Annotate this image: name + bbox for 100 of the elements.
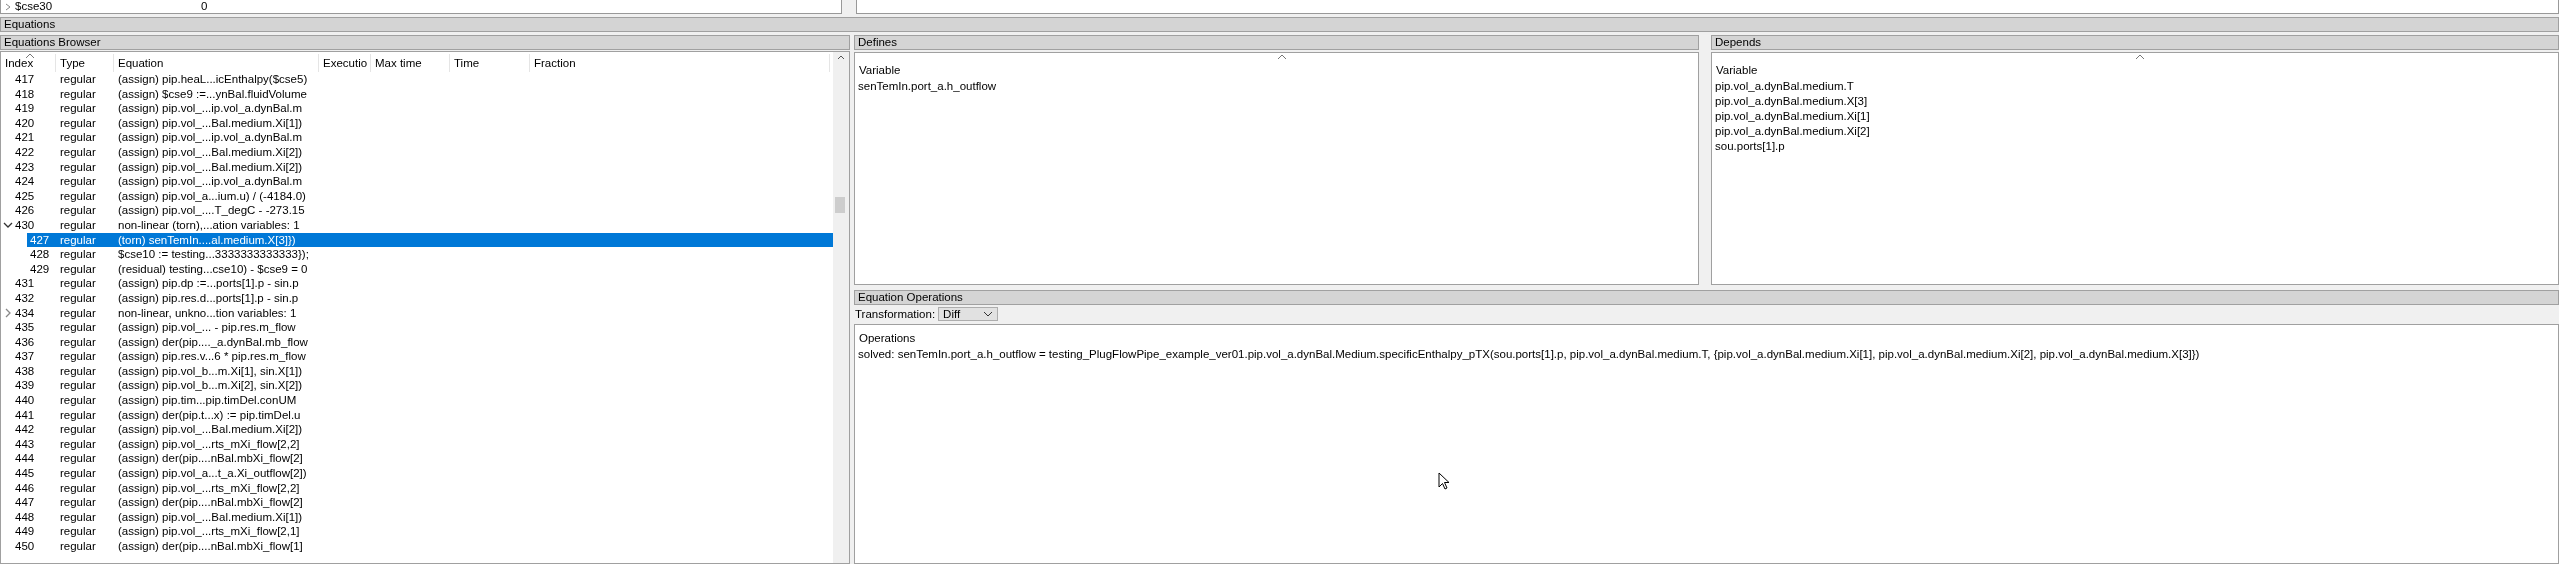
table-row[interactable]: 449 regular (assign) pip.vol_...rts_mXi_flow[2,1] <box>1 524 833 539</box>
table-cell: regular <box>60 394 96 407</box>
table-cell: regular <box>60 189 96 202</box>
list-item[interactable]: pip.vol_a.dynBal.medium.T <box>1712 79 2558 94</box>
table-row[interactable]: 418 regular (assign) $cse9 :=...ynBal.fluidVolume <box>1 86 833 102</box>
table-cell: regular <box>60 467 96 480</box>
table-cell: regular <box>60 510 96 523</box>
scrollbar-thumb[interactable] <box>835 197 845 213</box>
list-item[interactable]: sou.ports[1].p <box>1712 139 2558 154</box>
table-cell: regular <box>60 87 96 100</box>
column-header[interactable]: Fraction <box>530 54 830 72</box>
table-row[interactable]: 422 regular (assign) pip.vol_...Bal.medium.Xi[2]) <box>1 144 833 160</box>
column-header[interactable]: Equation <box>114 54 319 72</box>
table-cell: (assign) pip.vol_...Bal.medium.Xi[1]) <box>118 116 303 129</box>
table-cell: 432 <box>15 290 35 306</box>
table-row[interactable]: 446 regular (assign) pip.vol_...rts_mXi_flow[2,2] <box>1 480 833 496</box>
table-cell: 418 <box>15 86 35 102</box>
list-item[interactable]: pip.vol_a.dynBal.medium.Xi[2] <box>1712 124 2558 139</box>
table-row[interactable]: 426 regular (assign) pip.vol_....T_degC - -273.15 <box>1 203 833 218</box>
table-cell: (assign) pip.vol_b...m.Xi[2], sin.X[2]) <box>118 379 303 392</box>
table-cell: regular <box>60 291 96 304</box>
table-cell: (assign) pip.vol_...Bal.medium.Xi[2]) <box>118 423 303 436</box>
table-row[interactable]: 419 regular (assign) pip.vol_...ip.vol_a.dynBal.m <box>1 101 833 116</box>
scroll-up-icon[interactable] <box>837 55 845 60</box>
table-cell: (assign) pip.vol_...rts_mXi_flow[2,2] <box>118 437 300 450</box>
table-row[interactable]: 420 regular (assign) pip.vol_...Bal.medium.Xi[1]) <box>1 115 833 131</box>
column-header[interactable]: Type <box>56 54 114 72</box>
table-cell: 438 <box>15 363 35 379</box>
table-cell: (assign) pip.vol_a...t_a.Xi_outflow[2]) <box>118 467 307 480</box>
table-cell: (torn) senTemIn....al.medium.X[3]}) <box>118 233 296 246</box>
list-item[interactable]: pip.vol_a.dynBal.medium.Xi[1] <box>1712 109 2558 124</box>
column-header[interactable]: Variable <box>855 61 1698 79</box>
table-row[interactable]: 432 regular (assign) pip.res.d...ports[1].p - sin.p <box>1 290 833 306</box>
table-cell: (assign) pip.tim...pip.timDel.conUM <box>118 394 297 407</box>
table-cell: (assign) pip.vol_a...ium.u) / (-4184.0) <box>118 189 306 202</box>
table-row[interactable]: 450 regular (assign) der(pip....nBal.mbXi_flow[1] <box>1 539 833 554</box>
table-row[interactable]: 430 regular non-linear (torn),...ation variables: 1 <box>1 217 833 233</box>
table-row[interactable]: 437 regular (assign) pip.res.v...6 * pip.res.m_flow <box>1 349 833 364</box>
table-cell: regular <box>60 379 96 392</box>
table-row[interactable]: 429 regular (residual) testing...cse10) - $cse9 = 0 <box>1 261 833 277</box>
table-cell: (assign) pip.dp :=...ports[1].p - sin.p <box>118 277 299 290</box>
column-header[interactable]: Operations <box>855 329 2558 347</box>
table-cell: 447 <box>15 495 35 510</box>
tree-toggle-icon[interactable] <box>3 307 13 318</box>
table-row[interactable]: 417 regular (assign) pip.heaL...icEnthalpy($cse5) <box>1 72 833 87</box>
column-header[interactable]: Index <box>1 54 56 72</box>
table-row[interactable]: 424 regular (assign) pip.vol_...ip.vol_a.dynBal.m <box>1 174 833 189</box>
table-cell: 421 <box>15 130 35 145</box>
table-row[interactable]: 441 regular (assign) der(pip.t...x) := pip.timDel.u <box>1 407 833 423</box>
table-cell: regular <box>60 540 96 552</box>
panel-title: Equations Browser <box>0 35 850 50</box>
table-row[interactable]: 439 regular (assign) pip.vol_b...m.Xi[2], sin.X[2]) <box>1 378 833 394</box>
list-item[interactable]: senTemIn.port_a.h_outflow <box>855 79 1698 94</box>
column-header[interactable]: Executio <box>319 54 371 72</box>
table-row[interactable]: 431 regular (assign) pip.dp :=...ports[1].p - sin.p <box>1 276 833 291</box>
table-cell: 417 <box>15 72 35 87</box>
table-row[interactable]: 423 regular (assign) pip.vol_...Bal.medium.Xi[2]) <box>1 159 833 175</box>
table-row[interactable]: 448 regular (assign) pip.vol_...Bal.medium.Xi[1]) <box>1 509 833 525</box>
table-row[interactable]: 443 regular (assign) pip.vol_...rts_mXi_flow[2,2] <box>1 436 833 452</box>
table-cell: 450 <box>15 539 35 554</box>
table-cell: (assign) pip.vol_...rts_mXi_flow[2,2] <box>118 481 300 494</box>
table-cell: (assign) pip.res.d...ports[1].p - sin.p <box>118 291 299 304</box>
column-header[interactable]: Time <box>450 54 530 72</box>
table-row[interactable]: 442 regular (assign) pip.vol_...Bal.medium.Xi[2]) <box>1 422 833 437</box>
table-cell: 448 <box>15 509 35 525</box>
table-row[interactable]: 440 regular (assign) pip.tim...pip.timDel.conUM <box>1 393 833 408</box>
table-row[interactable]: 438 regular (assign) pip.vol_b...m.Xi[1], sin.X[1]) <box>1 363 833 379</box>
table-cell: 430 <box>15 217 35 233</box>
table-cell: regular <box>60 452 96 465</box>
table-row[interactable]: 447 regular (assign) der(pip....nBal.mbXi_flow[2] <box>1 495 833 510</box>
table-cell: (assign) pip.vol_...ip.vol_a.dynBal.m <box>118 131 303 144</box>
table-cell: regular <box>60 496 96 509</box>
dropdown-caret-icon <box>983 310 994 317</box>
transformation-dropdown[interactable]: Diff <box>938 306 999 321</box>
table-row[interactable]: 434 regular non-linear, unkno...tion variables: 1 <box>1 305 833 321</box>
table-row[interactable]: 425 regular (assign) pip.vol_a...ium.u) / (-4184.0) <box>1 188 833 204</box>
table-cell: (assign) der(pip....nBal.mbXi_flow[2] <box>118 452 303 465</box>
table-cell: (assign) pip.heaL...icEnthalpy($cse5) <box>118 73 308 85</box>
list-item[interactable]: solved: senTemIn.port_a.h_outflow = testing_PlugFlowPipe_example_ver01.pip.vol_a.dynBal.Medium.specificEnthalpy_pTX(sou.ports[1].p, pip.vol_a.dynBal.medium.T, {pip.vol_a.dynBal.medium.Xi[1], pip.vol_a.dynBal.medium.Xi[2], pip.vol_a.dynBal.medium.X[3]}) <box>855 347 2558 362</box>
table-cell: (assign) pip.vol_....T_degC - -273.15 <box>118 204 305 217</box>
table-cell: 445 <box>15 466 35 481</box>
table-row[interactable]: 436 regular (assign) der(pip...._a.dynBal.mb_flow <box>1 334 833 350</box>
table-cell: (assign) pip.vol_...Bal.medium.Xi[2]) <box>118 160 303 173</box>
column-header[interactable]: Max time <box>371 54 450 72</box>
table-row[interactable]: 428 regular $cse10 := testing...3333333333333}); <box>1 247 833 262</box>
table-row[interactable]: 445 regular (assign) pip.vol_a...t_a.Xi_outflow[2]) <box>1 466 833 481</box>
table-cell: regular <box>60 131 96 144</box>
table-cell: regular <box>60 277 96 290</box>
table-cell: (assign) der(pip....nBal.mbXi_flow[2] <box>118 496 303 509</box>
list-item[interactable]: pip.vol_a.dynBal.medium.X[3] <box>1712 94 2558 109</box>
column-header[interactable]: Variable <box>1712 61 2558 79</box>
vertical-scrollbar[interactable] <box>833 52 849 563</box>
table-row[interactable]: 435 regular (assign) pip.vol_... - pip.res.m_flow <box>1 320 833 335</box>
panel-title: Defines <box>854 35 1699 50</box>
table-cell: regular <box>60 437 96 450</box>
table-cell: regular <box>60 364 96 377</box>
table-cell: (assign) pip.vol_...ip.vol_a.dynBal.m <box>118 102 303 115</box>
table-row[interactable]: 427 regular (torn) senTemIn....al.medium.X[3]}) <box>27 232 833 248</box>
table-row[interactable]: 421 regular (assign) pip.vol_...ip.vol_a.dynBal.m <box>1 130 833 145</box>
table-row[interactable]: 444 regular (assign) der(pip....nBal.mbXi_flow[2] <box>1 451 833 467</box>
